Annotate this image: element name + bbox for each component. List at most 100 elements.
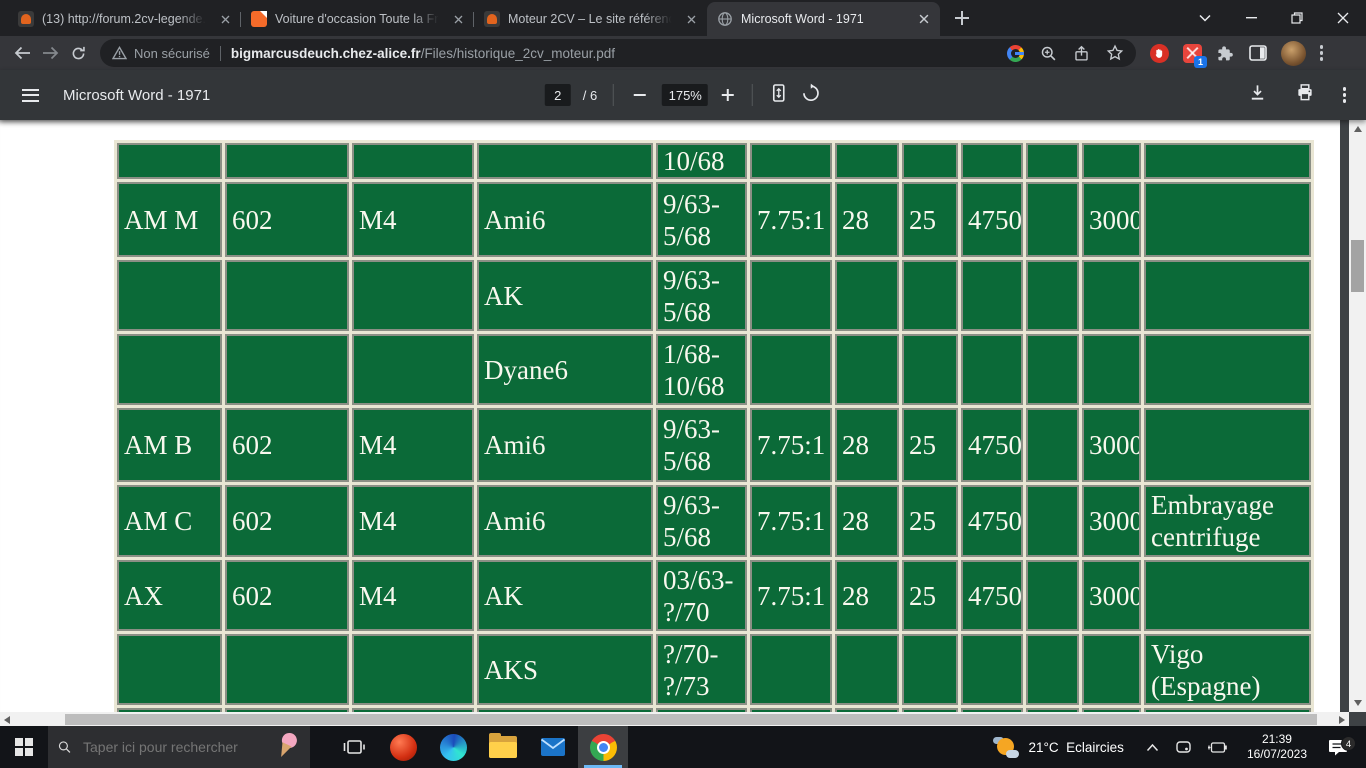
horizontal-scrollbar-thumb[interactable] (65, 714, 1317, 725)
table-cell: 28 (835, 560, 899, 631)
table-cell: 7.75:1 (750, 182, 832, 257)
tab-voiture-occasion[interactable]: Voiture d'occasion Toute la Franc (241, 2, 474, 36)
tab-search-button[interactable] (1182, 0, 1228, 36)
horizontal-scrollbar[interactable] (0, 712, 1349, 726)
action-center-button[interactable]: 4 (1317, 739, 1359, 756)
table-cell: 4750 (961, 560, 1023, 631)
window-minimize-button[interactable] (1228, 0, 1274, 36)
tab-pdf-active[interactable]: Microsoft Word - 1971 (707, 2, 940, 36)
red-browser-icon (390, 734, 417, 761)
url-path: /Files/historique_2cv_moteur.pdf (421, 46, 615, 61)
vertical-scrollbar-thumb[interactable] (1351, 240, 1364, 292)
window-restore-button[interactable] (1274, 0, 1320, 36)
browser-menu-kebab-icon[interactable] (1320, 45, 1323, 60)
taskbar-clock[interactable]: 21:39 16/07/2023 (1237, 732, 1317, 762)
task-view-button[interactable] (330, 726, 378, 768)
taskbar-app-edge[interactable] (428, 726, 478, 768)
tab-title: (13) http://forum.2cv-legende.cor (42, 12, 209, 26)
tray-battery-icon[interactable] (1208, 742, 1227, 753)
table-cell: AM M (117, 182, 222, 257)
task-view-icon (343, 738, 365, 756)
table-cell: 25 (902, 560, 958, 631)
tab-close-icon[interactable] (217, 11, 233, 27)
extensions-puzzle-icon[interactable] (1216, 44, 1235, 63)
zoom-in-button[interactable] (720, 87, 736, 103)
search-highlight-icecream-icon[interactable] (271, 729, 305, 765)
taskbar-search-box[interactable] (48, 726, 310, 768)
forward-button[interactable] (36, 39, 64, 67)
table-cell (835, 334, 899, 405)
page-number-input[interactable]: 2 (545, 84, 571, 106)
start-button[interactable] (0, 726, 48, 768)
bookmark-star-icon[interactable] (1106, 44, 1124, 62)
taskbar-weather-widget[interactable]: 21°C Eclaircies (981, 735, 1135, 759)
table-cell: 28 (835, 408, 899, 482)
table-cell: 28 (835, 182, 899, 257)
table-cell (1026, 560, 1079, 631)
rotate-button[interactable] (801, 83, 821, 108)
download-button[interactable] (1248, 83, 1267, 107)
tab-forum-2cv[interactable]: (13) http://forum.2cv-legende.cor (8, 2, 241, 36)
chevron-down-icon (1199, 14, 1211, 22)
table-cell: Embrayage centrifuge (1144, 485, 1311, 557)
folder-icon (489, 736, 517, 758)
taskbar-app-mail[interactable] (528, 726, 578, 768)
zoom-out-button[interactable] (630, 90, 650, 100)
scroll-right-arrow-icon[interactable] (1339, 716, 1345, 724)
window-close-button[interactable] (1320, 0, 1366, 36)
taskbar-app-file-explorer[interactable] (478, 726, 528, 768)
table-cell: 3000 (1082, 182, 1141, 257)
back-button[interactable] (8, 39, 36, 67)
minimize-icon (1246, 17, 1257, 19)
minus-icon (634, 94, 646, 96)
url-field[interactable]: Non sécurisé bigmarcusdeuch.chez-alice.f… (100, 39, 1136, 67)
tray-chevron-up-icon[interactable] (1146, 743, 1159, 752)
red-extension-icon[interactable]: 1 (1183, 44, 1202, 63)
scroll-down-arrow-icon[interactable] (1354, 700, 1362, 706)
table-row: AKS?/70- ?/73Vigo (Espagne) (117, 634, 1311, 705)
google-g-icon[interactable] (1007, 45, 1024, 62)
table-cell (1026, 182, 1079, 257)
taskbar-app-red-browser[interactable] (378, 726, 428, 768)
tray-meet-now-icon[interactable] (1175, 740, 1192, 754)
table-cell: AM C (117, 485, 222, 557)
table-cell (352, 334, 474, 405)
pdf-menu-hamburger-icon[interactable] (22, 89, 39, 102)
table-cell: M4 (352, 182, 474, 257)
table-cell (117, 143, 222, 179)
table-cell (750, 260, 832, 331)
address-bar: Non sécurisé bigmarcusdeuch.chez-alice.f… (0, 36, 1366, 70)
scroll-up-arrow-icon[interactable] (1354, 126, 1362, 132)
forum-2cv-favicon-icon (18, 11, 34, 27)
table-cell (1144, 143, 1311, 179)
zoom-level-input[interactable]: 175% (662, 84, 708, 106)
table-cell (225, 634, 349, 705)
print-button[interactable] (1295, 83, 1315, 107)
side-panel-icon[interactable] (1249, 45, 1267, 61)
tab-close-icon[interactable] (916, 11, 932, 27)
zoom-indicator-icon[interactable] (1040, 45, 1057, 62)
security-label: Non sécurisé (134, 46, 210, 61)
search-input[interactable] (81, 738, 266, 756)
fit-to-page-button[interactable] (769, 83, 789, 108)
tab-moteur-2cv[interactable]: Moteur 2CV – Le site référence su (474, 2, 707, 36)
tab-close-icon[interactable] (450, 11, 466, 27)
adblocker-extension-icon[interactable] (1150, 44, 1169, 63)
table-cell (1026, 634, 1079, 705)
weather-temperature: 21°C (1028, 740, 1058, 755)
profile-avatar[interactable] (1281, 41, 1306, 66)
pdf-more-kebab-icon[interactable] (1343, 87, 1346, 102)
reload-button[interactable] (64, 39, 92, 67)
table-cell (1026, 485, 1079, 557)
tab-close-icon[interactable] (683, 11, 699, 27)
table-cell: 3000 (1082, 408, 1141, 482)
table-cell: 602 (225, 485, 349, 557)
scroll-left-arrow-icon[interactable] (4, 716, 10, 724)
table-cell (1026, 408, 1079, 482)
share-icon[interactable] (1073, 45, 1090, 62)
vertical-scrollbar[interactable] (1349, 120, 1366, 712)
new-tab-button[interactable] (948, 4, 976, 32)
table-cell: 3000 (1082, 560, 1141, 631)
table-cell: AM B (117, 408, 222, 482)
taskbar-app-chrome[interactable] (578, 726, 628, 768)
